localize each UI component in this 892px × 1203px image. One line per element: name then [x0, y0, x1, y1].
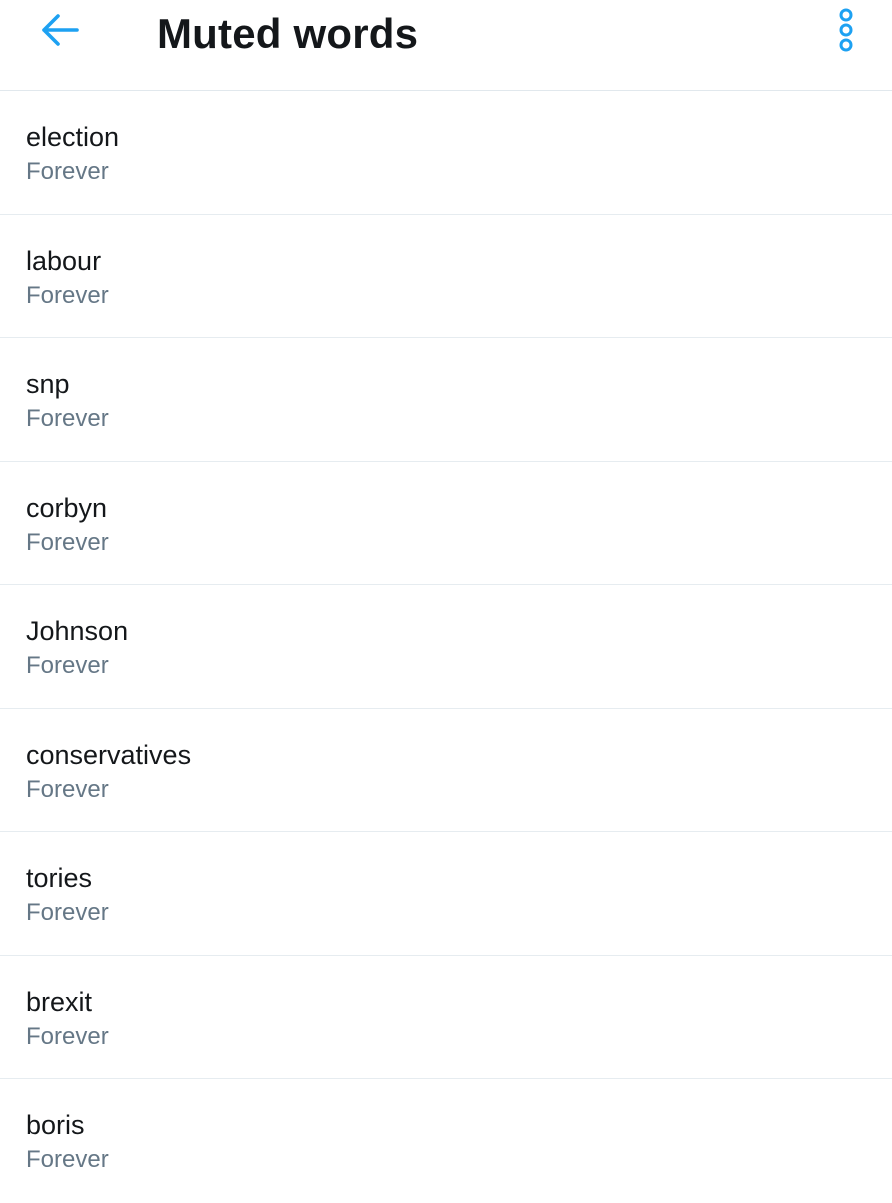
mute-duration: Forever: [26, 652, 109, 679]
arrow-left-icon: [40, 13, 80, 52]
mute-duration: Forever: [26, 528, 109, 556]
muted-word-text: tories: [26, 863, 93, 893]
more-options-button[interactable]: [822, 6, 870, 58]
muted-word-item-brexit[interactable]: brexit Forever: [0, 956, 892, 1079]
muted-word-item-boris[interactable]: boris Forever: [0, 1079, 892, 1203]
muted-word-text: corbyn: [26, 492, 108, 523]
page-title: Muted words: [157, 10, 419, 57]
mute-duration: Forever: [26, 1022, 109, 1050]
muted-word-text: Johnson: [26, 616, 129, 646]
muted-word-text: brexit: [26, 986, 93, 1017]
muted-word-text: snp: [26, 369, 70, 399]
mute-duration: Forever: [26, 1146, 109, 1173]
mute-duration: Forever: [26, 899, 109, 926]
mute-duration: Forever: [26, 775, 109, 803]
muted-word-text: conservatives: [26, 739, 192, 770]
mute-duration: Forever: [26, 405, 109, 432]
back-button[interactable]: [28, 8, 92, 56]
mute-duration: Forever: [26, 158, 109, 185]
muted-word-item-snp[interactable]: snp Forever: [0, 338, 892, 462]
muted-word-item-labour[interactable]: labour Forever: [0, 215, 892, 338]
muted-word-text: labour: [26, 245, 102, 276]
muted-word-item-johnson[interactable]: Johnson Forever: [0, 585, 892, 709]
muted-words-list: election Forever labour Forever snp Fore…: [0, 91, 892, 1203]
mute-duration: Forever: [26, 281, 109, 309]
muted-word-item-election[interactable]: election Forever: [0, 91, 892, 215]
muted-word-item-conservatives[interactable]: conservatives Forever: [0, 709, 892, 832]
muted-word-text: election: [26, 122, 120, 152]
muted-word-item-corbyn[interactable]: corbyn Forever: [0, 462, 892, 585]
app-bar: Muted words: [0, 0, 892, 91]
muted-word-item-tories[interactable]: tories Forever: [0, 832, 892, 956]
more-vertical-icon: [836, 7, 856, 58]
muted-word-text: boris: [26, 1110, 85, 1140]
